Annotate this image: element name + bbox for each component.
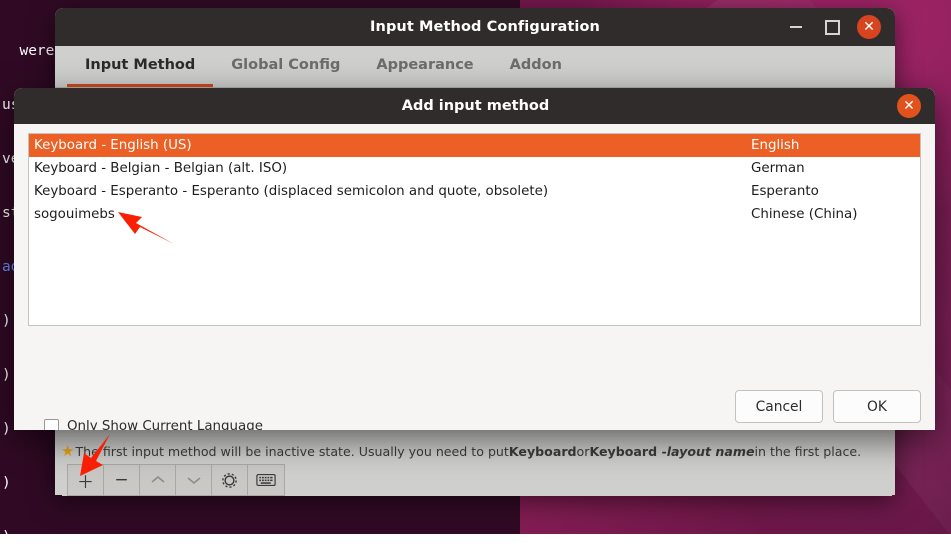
star-icon: ★ [61, 442, 74, 460]
input-method-name: Keyboard - English (US) [34, 138, 751, 153]
main-window-titlebar[interactable]: Input Method Configuration ✕ [55, 8, 895, 46]
main-tab-bar[interactable]: Input Method Global Config Appearance Ad… [55, 46, 895, 88]
chevron-up-icon [149, 474, 167, 486]
input-method-language: English [751, 138, 916, 153]
hint-bold-keyboard: Keyboard [509, 444, 577, 459]
input-method-name: sogouimebs [34, 207, 751, 222]
move-down-icon[interactable] [176, 465, 212, 495]
tab-input-method[interactable]: Input Method [67, 46, 213, 87]
maximize-icon[interactable] [821, 16, 843, 38]
hint-bold-italic-layout-name: layout name [667, 444, 755, 459]
minimize-icon[interactable] [785, 16, 807, 38]
tab-appearance[interactable]: Appearance [358, 46, 491, 87]
chevron-down-icon [185, 474, 203, 486]
first-input-method-hint: ★The first input method will be inactive… [55, 438, 895, 464]
close-icon[interactable]: ✕ [857, 15, 881, 39]
remove-input-method-button[interactable]: − [104, 465, 140, 495]
hint-text-part2: or [577, 444, 590, 459]
cancel-button[interactable]: Cancel [735, 390, 823, 423]
input-method-language: Esperanto [751, 184, 916, 199]
input-method-list[interactable]: Keyboard - English (US) English Keyboard… [28, 133, 921, 326]
input-method-toolbar[interactable]: ＋ − [67, 464, 285, 496]
dialog-button-row: Cancel OK [735, 390, 921, 423]
add-input-method-dialog[interactable]: Add input method ✕ Keyboard - English (U… [14, 88, 935, 430]
close-icon[interactable]: ✕ [897, 94, 921, 118]
gear-icon [220, 471, 239, 490]
terminal-line: ) [2, 528, 520, 534]
ok-button[interactable]: OK [833, 390, 921, 423]
list-item[interactable]: Keyboard - English (US) English [29, 134, 920, 157]
tab-addon[interactable]: Addon [492, 46, 580, 87]
hint-text-part1: The first input method will be inactive … [75, 444, 508, 459]
tab-global-config[interactable]: Global Config [213, 46, 358, 87]
hint-bold-keyboard-layout: Keyboard - [589, 444, 666, 459]
move-up-icon[interactable] [140, 465, 176, 495]
list-item[interactable]: Keyboard - Belgian - Belgian (alt. ISO) … [29, 157, 920, 180]
input-method-name: Keyboard - Esperanto - Esperanto (displa… [34, 184, 751, 199]
keyboard-icon [256, 473, 276, 487]
configure-button[interactable] [212, 465, 248, 495]
main-window-title: Input Method Configuration [185, 19, 785, 35]
only-show-current-language-row[interactable]: Only Show Current Language [44, 419, 263, 430]
keyboard-layout-button[interactable] [248, 465, 284, 495]
input-method-toolbar-panel: ＋ − [62, 464, 892, 496]
hint-text-part3: in the first place. [755, 444, 862, 459]
input-method-language: Chinese (China) [751, 207, 916, 222]
dialog-title: Add input method [54, 98, 897, 114]
list-item[interactable]: sogouimebs Chinese (China) [29, 203, 920, 226]
add-input-method-button[interactable]: ＋ [68, 465, 104, 495]
window-controls: ✕ [785, 15, 895, 39]
input-method-language: German [751, 161, 916, 176]
input-method-name: Keyboard - Belgian - Belgian (alt. ISO) [34, 161, 751, 176]
only-show-current-language-label: Only Show Current Language [67, 419, 263, 430]
dialog-titlebar[interactable]: Add input method ✕ [14, 88, 935, 124]
only-show-current-language-checkbox[interactable] [44, 419, 59, 430]
list-item[interactable]: Keyboard - Esperanto - Esperanto (displa… [29, 180, 920, 203]
